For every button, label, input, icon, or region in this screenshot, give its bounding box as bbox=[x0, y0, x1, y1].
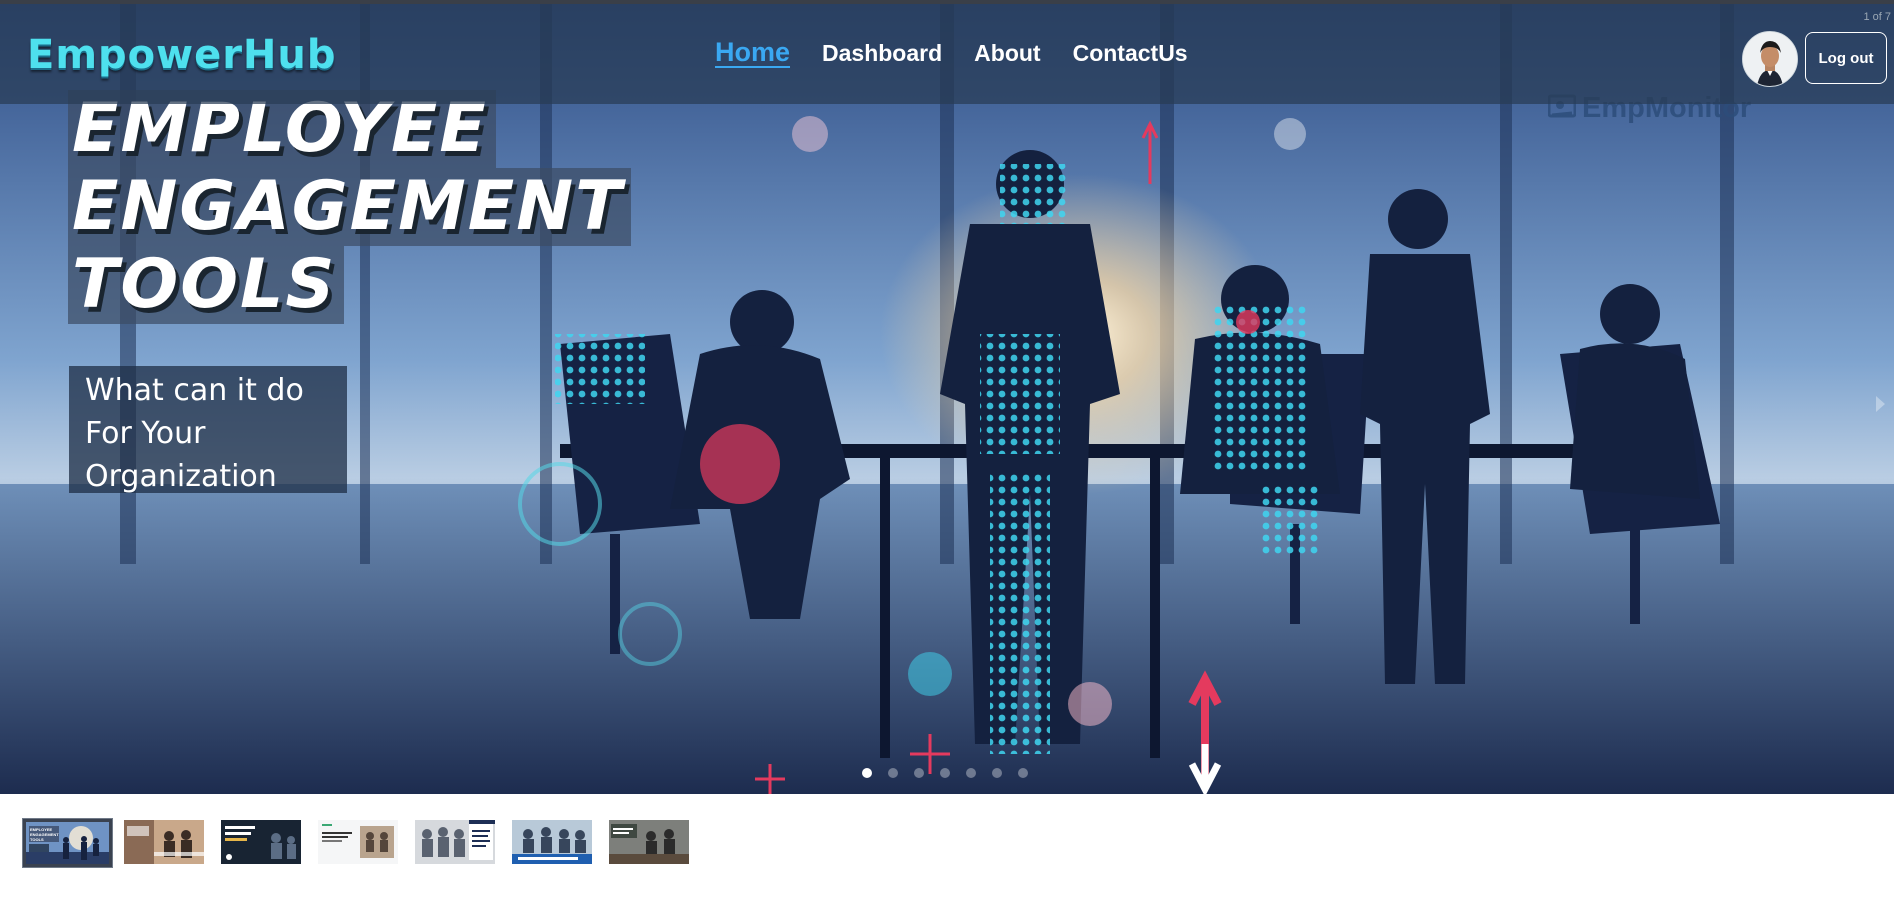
thumbnail-2-image bbox=[124, 820, 204, 864]
thumbnail-4-image bbox=[318, 820, 398, 864]
slide-counter: 1 of 7 bbox=[1863, 11, 1891, 23]
carousel-dot-1[interactable] bbox=[862, 768, 872, 778]
carousel-dot-3[interactable] bbox=[914, 768, 924, 778]
slide-subtitle: What can it do For Your Organization bbox=[69, 366, 347, 494]
subtitle-line-1: What can it do bbox=[85, 373, 304, 408]
subtitle-line-3: Organization bbox=[85, 459, 277, 494]
carousel-dot-4[interactable] bbox=[940, 768, 950, 778]
thumbnail-1-caption: EMPLOYEE ENGAGEMENT TOOLS bbox=[30, 827, 59, 842]
headline-line-3: TOOLS bbox=[68, 246, 345, 324]
thumbnail-5[interactable] bbox=[415, 820, 495, 864]
carousel-dot-6[interactable] bbox=[992, 768, 1002, 778]
nav-contact[interactable]: ContactUs bbox=[1073, 40, 1188, 68]
thumbnail-6-image bbox=[512, 820, 592, 864]
nav-home[interactable]: Home bbox=[715, 37, 790, 68]
nav-about[interactable]: About bbox=[974, 40, 1040, 68]
carousel-dot-2[interactable] bbox=[888, 768, 898, 778]
thumbnail-3-image bbox=[221, 820, 301, 864]
carousel-indicators bbox=[862, 768, 1028, 778]
carousel-next-icon[interactable] bbox=[1876, 396, 1885, 412]
carousel-dot-5[interactable] bbox=[966, 768, 976, 778]
logout-button[interactable]: Log out bbox=[1805, 32, 1887, 84]
thumbnail-4[interactable] bbox=[318, 820, 398, 864]
thumbnail-1[interactable]: EMPLOYEE ENGAGEMENT TOOLS bbox=[22, 818, 113, 868]
thumbnail-7[interactable] bbox=[609, 820, 689, 864]
hero-carousel: EMPLOYEE ENGAGEMENT TOOLS What can it do… bbox=[0, 4, 1894, 794]
thumbnail-6[interactable] bbox=[512, 820, 592, 864]
carousel-dot-7[interactable] bbox=[1018, 768, 1028, 778]
navbar: EmpowerHub Home Dashboard About ContactU… bbox=[0, 4, 1894, 104]
brand-logo[interactable]: EmpowerHub bbox=[27, 32, 337, 78]
thumbnail-3[interactable] bbox=[221, 820, 301, 864]
subtitle-line-2: For Your bbox=[85, 416, 206, 451]
nav-dashboard[interactable]: Dashboard bbox=[822, 40, 942, 68]
headline-line-2: ENGAGEMENT bbox=[68, 168, 632, 246]
user-avatar[interactable] bbox=[1742, 31, 1798, 87]
avatar-portrait-icon bbox=[1743, 32, 1797, 86]
thumbnail-5-image bbox=[415, 820, 495, 864]
thumbnail-7-image bbox=[609, 820, 689, 864]
main-nav: Home Dashboard About ContactUs bbox=[715, 37, 1220, 68]
thumbnail-2[interactable] bbox=[124, 820, 204, 864]
